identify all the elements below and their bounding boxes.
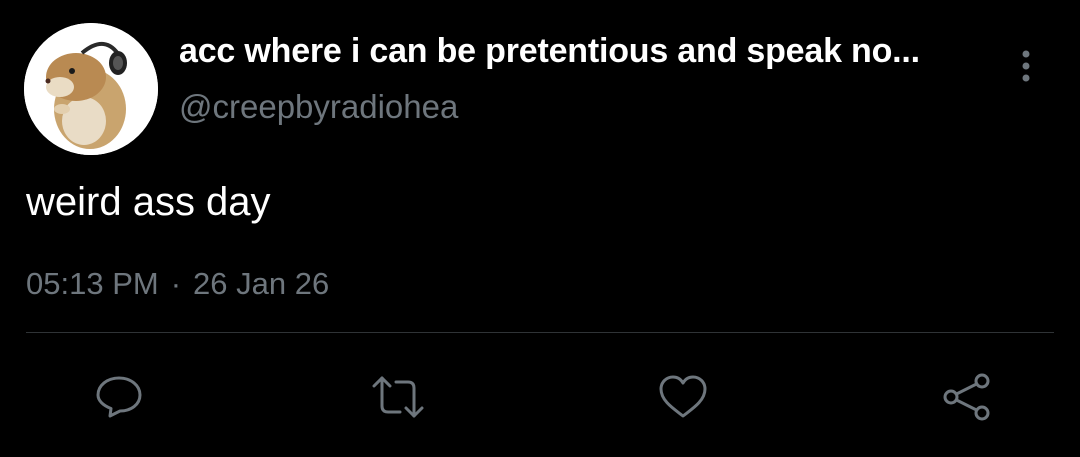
meta-separator: ·: [170, 266, 182, 301]
more-options-button[interactable]: [1012, 46, 1040, 86]
display-name[interactable]: acc where i can be pretentious and speak…: [179, 32, 920, 71]
retweet-button[interactable]: [370, 372, 424, 422]
tweet-timestamp[interactable]: 05:13 PM · 26 Jan 26: [26, 266, 329, 302]
share-icon: [943, 373, 990, 421]
like-icon: [659, 375, 707, 418]
tweet-time: 05:13 PM: [26, 266, 159, 301]
user-handle[interactable]: @creepbyradiohea: [179, 88, 458, 126]
tweet-date: 26 Jan 26: [193, 266, 330, 301]
avatar[interactable]: [24, 23, 158, 155]
more-vertical-icon: [1022, 50, 1030, 82]
hamster-with-headphones-avatar-icon: [24, 23, 158, 155]
reply-icon: [96, 376, 142, 418]
retweet-icon: [372, 376, 424, 418]
tweet-text: weird ass day: [26, 180, 271, 224]
like-button[interactable]: [656, 372, 707, 422]
divider: [26, 332, 1054, 333]
reply-button[interactable]: [94, 372, 144, 422]
tweet: acc where i can be pretentious and speak…: [0, 0, 1080, 457]
share-button[interactable]: [940, 372, 990, 422]
